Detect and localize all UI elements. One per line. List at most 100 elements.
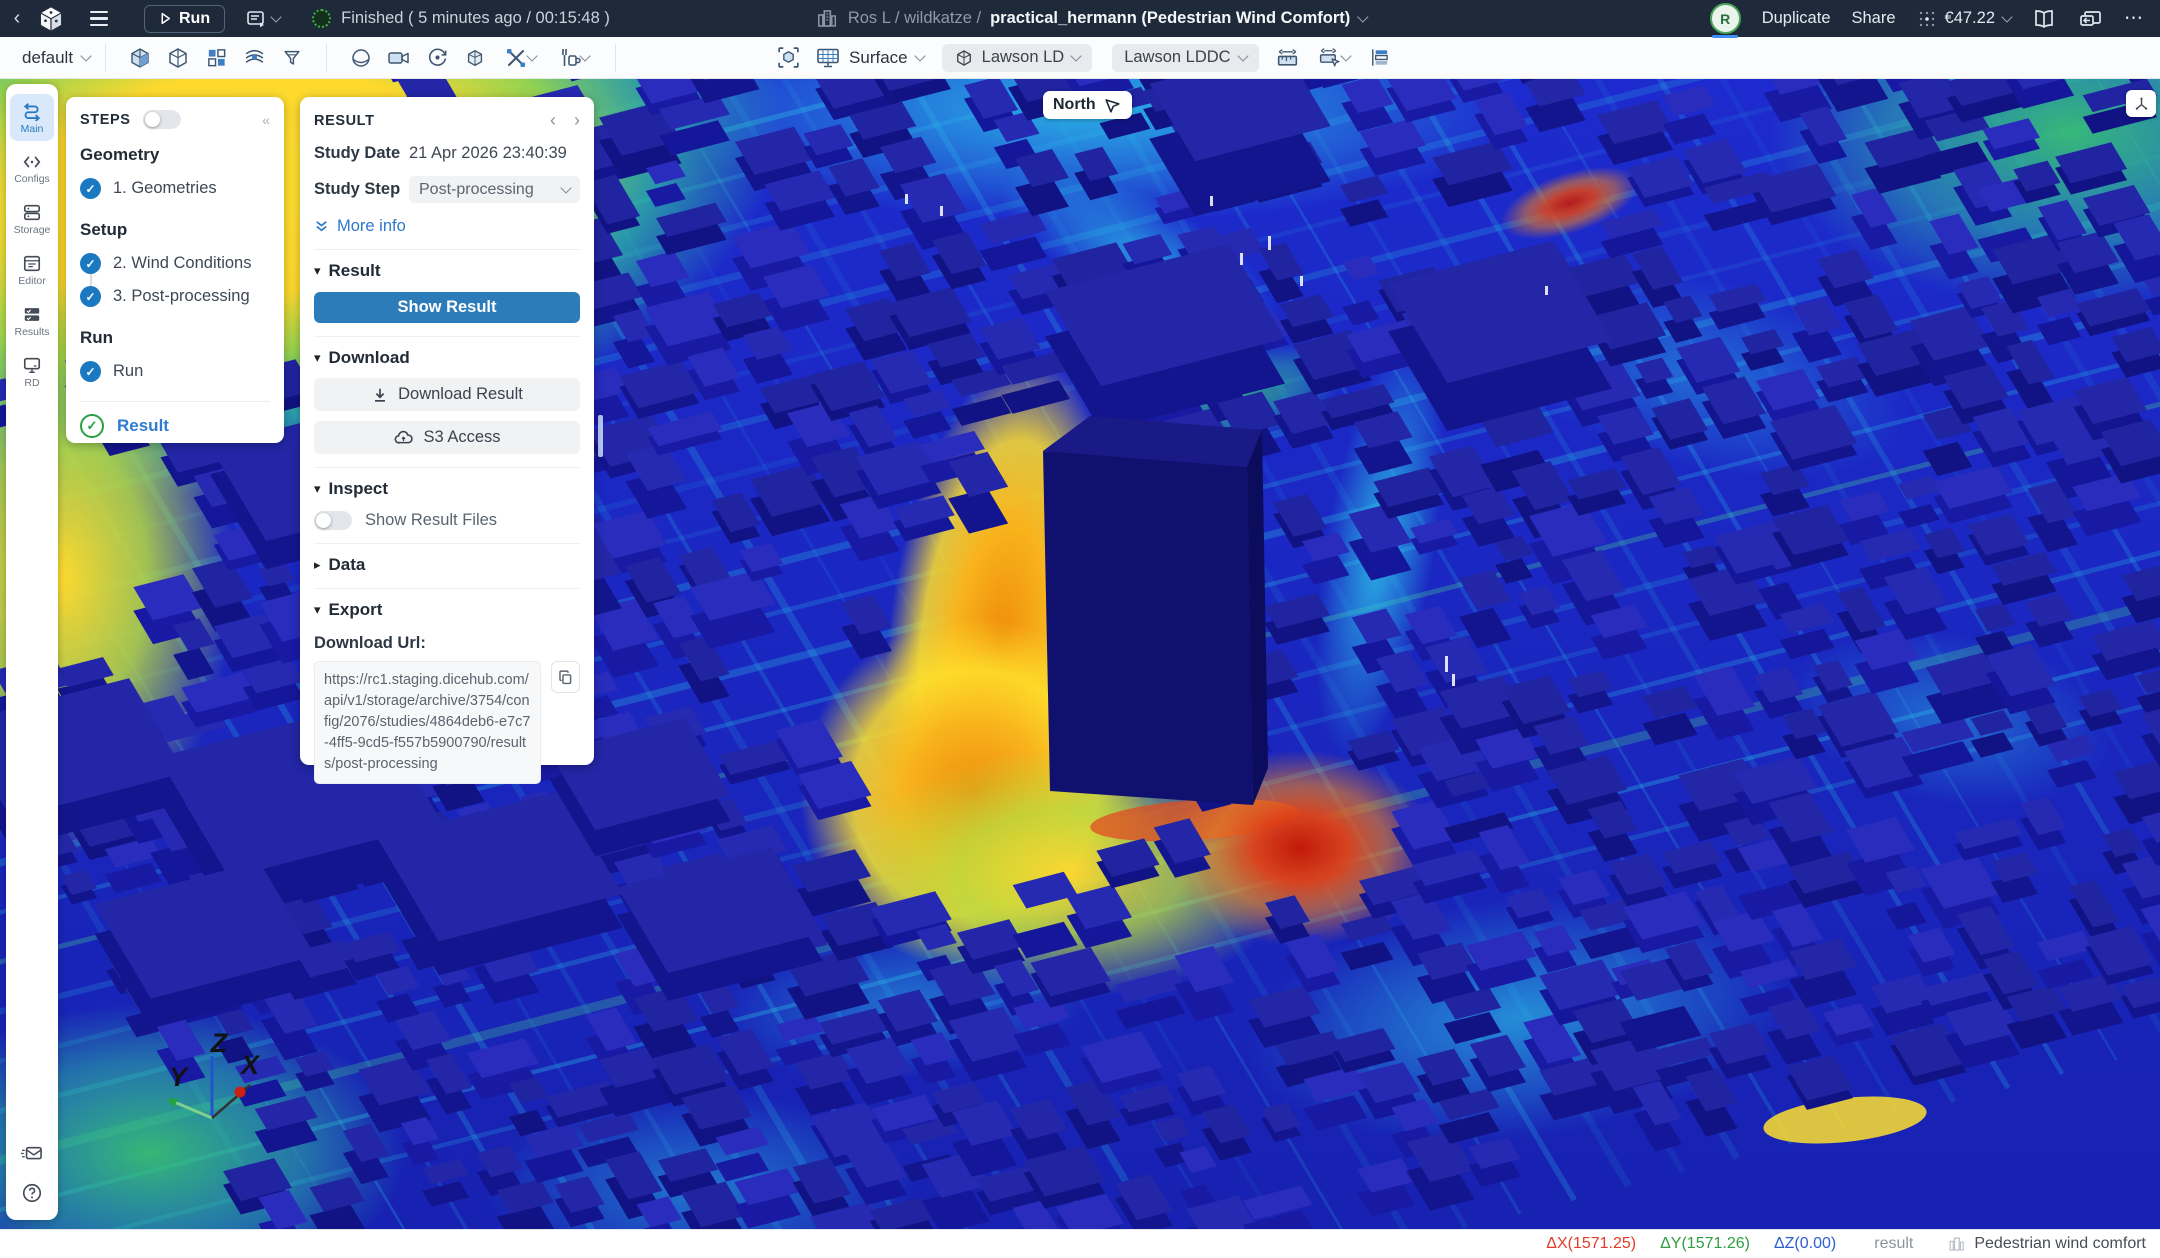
- breadcrumb-path: Ros L / wildkatze /: [848, 9, 981, 28]
- more-options-button[interactable]: ⋯: [2124, 7, 2144, 30]
- chevron-down-icon: [1237, 50, 1248, 61]
- step-connector: [90, 274, 92, 286]
- status-finished-icon: [312, 9, 331, 28]
- step-post-processing[interactable]: ✓ 3. Post-processing: [80, 286, 270, 312]
- utilities-icon: [557, 46, 581, 70]
- help-icon[interactable]: [21, 1182, 43, 1204]
- divider: [80, 401, 270, 402]
- axis-y-label: Y: [169, 1062, 190, 1092]
- clip-sphere-icon: [349, 46, 373, 70]
- ruler-button[interactable]: [1273, 43, 1303, 73]
- breadcrumb-current: practical_hermann (Pedestrian Wind Comfo…: [990, 9, 1350, 28]
- axes-widget-toggle-button[interactable]: [2126, 90, 2156, 117]
- duplicate-button[interactable]: Duplicate: [1762, 9, 1831, 28]
- field-select-lawson-lddc[interactable]: Lawson LDDC: [1112, 44, 1258, 72]
- section-export[interactable]: ▾ Export: [314, 588, 580, 620]
- prev-result-button[interactable]: ‹: [550, 110, 556, 131]
- next-result-button[interactable]: ›: [574, 110, 580, 131]
- s3-access-button[interactable]: S3 Access: [314, 421, 580, 454]
- rail-item-storage[interactable]: Storage: [10, 196, 54, 243]
- app-logo-dice-icon[interactable]: [36, 4, 66, 34]
- streamlines-icon: [242, 45, 267, 70]
- show-result-files-toggle[interactable]: [314, 511, 352, 530]
- clip-sphere-button[interactable]: [346, 43, 376, 73]
- download-result-button[interactable]: Download Result: [314, 378, 580, 411]
- show-result-button[interactable]: Show Result: [314, 292, 580, 323]
- shaded-cube-view-button[interactable]: [125, 43, 155, 73]
- streamlines-button[interactable]: [239, 43, 269, 73]
- rail-item-editor[interactable]: Editor: [10, 247, 54, 294]
- legend-button[interactable]: [1365, 43, 1395, 73]
- status-bar: ΔX(1571.25) ΔY(1571.26) ΔZ(0.00) result …: [0, 1229, 2160, 1258]
- study-step-label: Study Step: [314, 180, 409, 199]
- avatar-active-indicator: [1712, 35, 1738, 38]
- section-data[interactable]: ▸ Data: [314, 543, 580, 575]
- study-date-value: 21 Apr 2026 23:40:39: [409, 144, 567, 163]
- steps-toggle[interactable]: [143, 110, 181, 129]
- avatar-initial: R: [1720, 11, 1730, 27]
- north-compass-button[interactable]: North: [1043, 91, 1132, 119]
- rail-item-rd[interactable]: RD: [10, 349, 54, 396]
- box-icon: [464, 47, 486, 69]
- screen-share-icon[interactable]: [2077, 7, 2103, 31]
- status-text: Finished ( 5 minutes ago / 00:15:48 ): [341, 9, 610, 28]
- bounding-box-button[interactable]: [460, 43, 490, 73]
- step-wind-conditions[interactable]: ✓ 2. Wind Conditions: [80, 248, 270, 274]
- chevron-down-icon: [80, 50, 91, 61]
- project-type-label: Pedestrian wind comfort: [1974, 1235, 2146, 1253]
- copy-url-button[interactable]: [551, 661, 580, 693]
- credits-menu[interactable]: €47.22: [1917, 9, 2011, 29]
- hamburger-menu-icon[interactable]: [90, 11, 108, 26]
- feedback-mail-icon[interactable]: [20, 1144, 44, 1164]
- step-check-icon: ✓: [80, 361, 101, 382]
- copy-icon: [557, 669, 574, 686]
- rail-item-label: Results: [14, 326, 49, 338]
- toolbar-separator: [105, 44, 106, 72]
- field-cube-icon: [954, 48, 974, 68]
- axes-triad-icon: [2133, 96, 2150, 112]
- filter-button[interactable]: [277, 43, 307, 73]
- share-button[interactable]: Share: [1852, 9, 1896, 28]
- camera-button[interactable]: [384, 43, 414, 73]
- study-step-select[interactable]: Post-processing: [409, 176, 580, 203]
- results-checklist-icon: [21, 305, 43, 324]
- field-select-value: Lawson LDDC: [1124, 48, 1230, 67]
- fit-view-button[interactable]: [773, 43, 803, 73]
- profile-select[interactable]: default: [22, 48, 90, 68]
- field-select-lawson-ld[interactable]: Lawson LD: [942, 44, 1093, 72]
- user-avatar[interactable]: R: [1710, 3, 1741, 34]
- more-info-link[interactable]: More info: [314, 217, 580, 236]
- measure-tools-dropdown[interactable]: [1311, 43, 1357, 73]
- step-run[interactable]: ✓ Run: [80, 356, 270, 387]
- layout-grid-button[interactable]: [201, 43, 231, 73]
- collapse-panel-icon[interactable]: «: [262, 112, 270, 128]
- step-result[interactable]: ✓ Result: [80, 414, 270, 438]
- section-download[interactable]: ▾ Download: [314, 336, 580, 368]
- download-url-value[interactable]: https://rc1.staging.dicehub.com/api/v1/s…: [314, 661, 541, 784]
- chevron-down-icon: [1071, 50, 1082, 61]
- left-rail: Main Configs Storage Editor: [6, 84, 58, 1220]
- toolbar-separator: [326, 44, 327, 72]
- rotate-view-button[interactable]: [422, 43, 452, 73]
- viewport-3d[interactable]: Z Y X North Main: [0, 78, 2160, 1230]
- display-mode-select[interactable]: Surface: [815, 45, 924, 70]
- rail-item-results[interactable]: Results: [10, 298, 54, 345]
- step-geometries[interactable]: ✓ 1. Geometries: [80, 173, 270, 204]
- chevron-down-icon: [526, 50, 537, 61]
- rail-item-main[interactable]: Main: [10, 94, 54, 141]
- steps-group-run: Run: [80, 328, 270, 348]
- run-button[interactable]: Run: [144, 5, 225, 33]
- wireframe-cube-view-button[interactable]: [163, 43, 193, 73]
- section-open-icon: ▾: [314, 350, 321, 366]
- breadcrumb[interactable]: Ros L / wildkatze / practical_hermann (P…: [815, 0, 1367, 37]
- section-inspect[interactable]: ▾ Inspect: [314, 467, 580, 499]
- back-icon[interactable]: ‹: [4, 7, 30, 30]
- cut-tools-dropdown[interactable]: [498, 43, 542, 73]
- utilities-dropdown[interactable]: [550, 43, 596, 73]
- chevron-down-icon: [579, 50, 590, 61]
- rail-item-configs[interactable]: Configs: [10, 145, 54, 192]
- docs-book-icon[interactable]: [2032, 7, 2056, 31]
- download-icon: [371, 386, 389, 404]
- logs-dropdown-button[interactable]: [245, 8, 280, 30]
- section-result[interactable]: ▾ Result: [314, 249, 580, 281]
